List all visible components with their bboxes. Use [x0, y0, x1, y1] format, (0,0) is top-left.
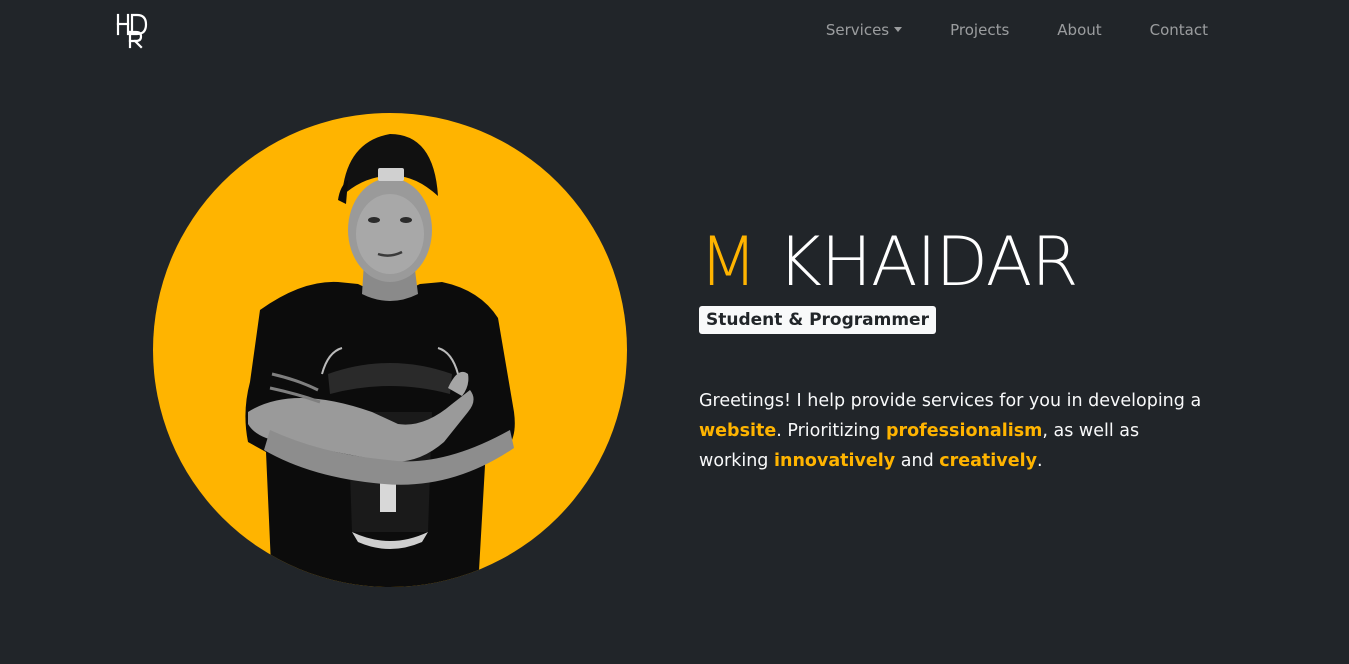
nav-projects-link[interactable]: Projects	[926, 20, 1033, 40]
desc-highlight-creatively: creatively	[939, 451, 1037, 471]
desc-highlight-innovatively: innovatively	[773, 451, 896, 471]
hero-name-first: M	[699, 223, 758, 302]
desc-text-1: Greetings! I help provide services for y…	[699, 391, 1202, 411]
nav-services-label: Services	[825, 21, 890, 39]
hero-name: M KHAIDAR	[699, 222, 1219, 304]
desc-highlight-website: website	[699, 421, 777, 441]
desc-text-5: .	[1036, 451, 1043, 471]
hero-section: M KHAIDAR Student & Programmer Greetings…	[699, 222, 1219, 476]
desc-text-2: . Prioritizing	[776, 421, 886, 441]
hero-photo	[152, 112, 628, 588]
caret-down-icon	[894, 26, 903, 32]
nav-services-dropdown[interactable]: Services	[802, 20, 926, 40]
role-badge: Student & Programmer	[699, 306, 936, 334]
nav-about-link[interactable]: About	[1033, 20, 1125, 40]
brand-logo[interactable]	[116, 12, 156, 50]
nav-contact-link[interactable]: Contact	[1126, 20, 1208, 40]
hero-description: Greetings! I help provide services for y…	[699, 386, 1209, 476]
nav-links: Services Projects About Contact	[802, 20, 1208, 40]
navbar: Services Projects About Contact	[0, 0, 1349, 62]
desc-text-4: and	[895, 451, 940, 471]
hero-name-last: KHAIDAR	[777, 223, 1078, 302]
desc-highlight-professionalism: professionalism	[885, 421, 1043, 441]
